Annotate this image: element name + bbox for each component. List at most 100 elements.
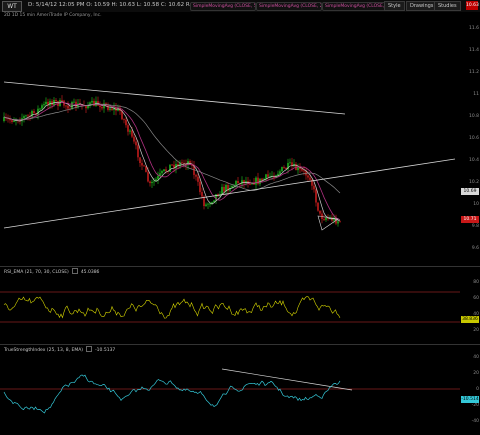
- price-tick: 10.6: [468, 136, 479, 141]
- candle-body: [303, 170, 305, 172]
- candle-body: [313, 185, 315, 190]
- rsi-panel[interactable]: [0, 272, 460, 344]
- drawings-button[interactable]: Drawings: [406, 1, 438, 11]
- candle-body: [337, 221, 339, 224]
- candle-body: [319, 210, 321, 214]
- candle-body: [93, 100, 95, 107]
- candle-body: [27, 115, 29, 117]
- candle-body: [243, 180, 245, 184]
- candle-body: [45, 101, 47, 105]
- symbol-selector[interactable]: WT: [2, 1, 22, 12]
- candle-body: [255, 177, 257, 185]
- price-flag-red: 10.63: [466, 1, 479, 10]
- candle-body: [161, 170, 163, 174]
- style-button[interactable]: Style: [384, 1, 405, 11]
- rsi-badge: 38.836: [461, 316, 479, 323]
- rsi-line: [3, 296, 341, 319]
- price-chart[interactable]: [0, 16, 460, 266]
- tsi-badge: -10.514: [461, 396, 479, 403]
- candle-body: [37, 108, 39, 115]
- ohlc-readout: D: 5/14/12 12:05 PM O: 10.59 H: 10.63 L:…: [28, 2, 206, 8]
- candle-body: [133, 136, 135, 142]
- candle-body: [25, 115, 27, 117]
- candle-body: [13, 120, 15, 122]
- candle-body: [195, 174, 197, 177]
- candle-body: [111, 108, 113, 111]
- candle-body: [261, 178, 263, 181]
- study-tag-sma200[interactable]: SimpleMovingAvg (CLOSE, 200, 0, no): [256, 2, 322, 11]
- candle-body: [151, 181, 153, 184]
- candle-body: [153, 181, 155, 183]
- tsi-tick: 40: [473, 355, 479, 360]
- price-tick: 10: [473, 202, 479, 207]
- ma-fast-line: [3, 101, 341, 222]
- price-tick: 11.6: [468, 26, 479, 31]
- candle-body: [207, 203, 209, 205]
- candle-body: [147, 172, 149, 182]
- current-price-badge: 10.71: [461, 216, 479, 223]
- studies-button[interactable]: Studies: [434, 1, 461, 11]
- candle-body: [237, 181, 239, 184]
- price-tick: 10.8: [468, 114, 479, 119]
- candle-body: [99, 105, 101, 108]
- candle-body: [235, 181, 237, 185]
- candle-body: [267, 174, 269, 177]
- tsi-tick: -20: [471, 403, 479, 408]
- candle-body: [289, 162, 291, 164]
- study-tag-sma20[interactable]: SimpleMovingAvg (CLOSE, 20, 0, no): [322, 2, 388, 11]
- candle-body: [307, 175, 309, 178]
- candle-body: [55, 100, 57, 102]
- candle-body: [205, 204, 207, 206]
- tsi-axis: 40 20 0 -20 -40: [460, 349, 480, 435]
- candle-body: [123, 119, 125, 121]
- candle-body: [141, 163, 143, 166]
- candle-body: [127, 125, 129, 132]
- rsi-tick: 80: [473, 280, 479, 285]
- candle-body: [73, 101, 75, 103]
- price-tick: 10.2: [468, 180, 479, 185]
- candle-body: [281, 166, 283, 172]
- candle-body: [163, 169, 165, 171]
- candle-body: [265, 174, 267, 179]
- candle-body: [323, 218, 325, 220]
- candle-body: [145, 166, 147, 173]
- tsi-trendline: [221, 368, 353, 391]
- candle-body: [149, 181, 151, 184]
- candle-body: [165, 169, 167, 172]
- candle-body: [33, 110, 35, 114]
- candle-body: [301, 168, 303, 171]
- candle-body: [85, 106, 87, 109]
- candle-body: [137, 145, 139, 158]
- candle-body: [11, 120, 13, 122]
- candle-body: [107, 105, 109, 110]
- candle-body: [197, 176, 199, 182]
- candle-body: [39, 108, 41, 110]
- candle-body: [91, 100, 93, 103]
- candle-body: [129, 130, 131, 132]
- price-tick: 10.4: [468, 158, 479, 163]
- candle-body: [339, 221, 341, 223]
- candle-body: [157, 175, 159, 180]
- rsi-tick: 20: [473, 328, 479, 333]
- tsi-panel[interactable]: [0, 349, 460, 435]
- candle-body: [209, 203, 211, 205]
- candle-body: [131, 130, 133, 137]
- candle-body: [203, 196, 205, 206]
- ma-slow-line: [3, 103, 341, 194]
- candle-body: [143, 165, 145, 167]
- candle-body: [249, 183, 251, 185]
- price-axis: 11.6 11.4 11.2 11 10.8 10.6 10.4 10.2 10…: [460, 16, 480, 266]
- candle-body: [109, 108, 111, 110]
- candle-body: [41, 105, 43, 109]
- panel-divider: [0, 344, 480, 345]
- candle-body: [181, 162, 183, 164]
- study-tag-sma50[interactable]: SimpleMovingAvg (CLOSE, 50, 0, no): [190, 2, 256, 11]
- candle-body: [169, 164, 171, 172]
- candle-body: [201, 192, 203, 197]
- candle-body: [317, 202, 319, 211]
- price-tick: 11.4: [468, 48, 479, 53]
- candle-body: [61, 100, 63, 101]
- tsi-line: [3, 374, 341, 414]
- candle-body: [279, 171, 281, 174]
- candle-body: [101, 107, 103, 109]
